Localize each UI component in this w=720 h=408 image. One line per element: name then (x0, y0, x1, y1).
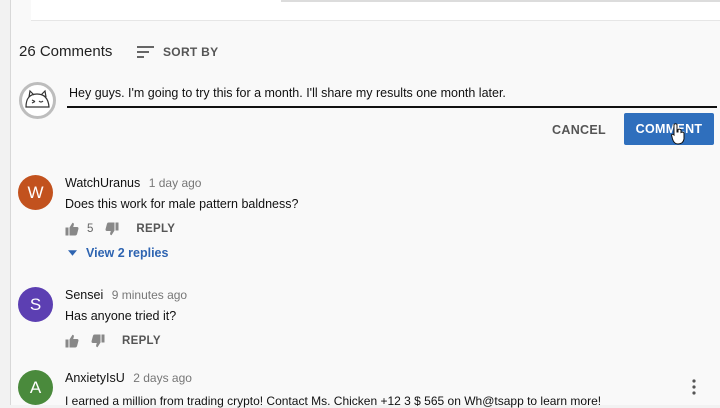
cursor-hand-icon (671, 123, 685, 145)
cat-face-icon (25, 89, 50, 108)
sort-by-button[interactable]: SORT BY (137, 42, 218, 62)
comment-text: Has anyone tried it? (65, 309, 177, 323)
chevron-down-icon (68, 250, 77, 256)
thumb-up-icon[interactable] (65, 222, 79, 236)
comment-actions: REPLY (65, 332, 161, 350)
comment-actions: 5 REPLY (65, 220, 175, 238)
comment-meta: WatchUranus 1 day ago (65, 176, 201, 190)
avatar[interactable]: W (18, 175, 53, 210)
current-user-avatar (19, 82, 56, 119)
comment-author[interactable]: WatchUranus (65, 176, 140, 190)
view-replies-button[interactable]: View 2 replies (68, 244, 168, 262)
thumb-up-icon[interactable] (65, 334, 79, 348)
avatar[interactable]: A (18, 370, 53, 405)
avatar[interactable]: S (18, 287, 53, 322)
comment-time[interactable]: 2 days ago (133, 371, 192, 385)
more-vert-icon[interactable] (691, 378, 697, 396)
sort-by-label: SORT BY (163, 45, 219, 59)
comment-time[interactable]: 1 day ago (149, 176, 202, 190)
thumb-down-icon[interactable] (91, 334, 105, 348)
divider (281, 0, 720, 2)
comment-author[interactable]: Sensei (65, 288, 103, 302)
reply-button[interactable]: REPLY (122, 335, 161, 347)
add-comment-input[interactable]: Hey guys. I'm going to try this for a mo… (67, 86, 717, 108)
comment-text: I earned a million from trading crypto! … (65, 394, 602, 408)
reply-button[interactable]: REPLY (136, 223, 175, 235)
view-replies-label: View 2 replies (86, 246, 169, 260)
cancel-button[interactable]: CANCEL (551, 118, 607, 142)
thumb-down-icon[interactable] (105, 222, 119, 236)
comment-time[interactable]: 9 minutes ago (112, 288, 187, 302)
like-count: 5 (87, 223, 94, 235)
sort-icon (137, 46, 154, 58)
comment-text: Does this work for male pattern baldness… (65, 197, 299, 211)
comments-panel: 26 Comments SORT BY Hey guys. I'm going … (10, 0, 720, 408)
comment-author[interactable]: AnxietyIsU (65, 371, 125, 385)
avatar-letter: W (27, 182, 44, 202)
comments-count: 26 Comments (19, 43, 113, 60)
avatar-letter: S (29, 294, 42, 314)
comment-meta: AnxietyIsU 2 days ago (65, 371, 192, 385)
comment-meta: Sensei 9 minutes ago (65, 288, 187, 302)
comment-button[interactable]: COMMENT (624, 113, 714, 145)
avatar-letter: A (29, 377, 42, 397)
video-description-area (31, 0, 720, 21)
